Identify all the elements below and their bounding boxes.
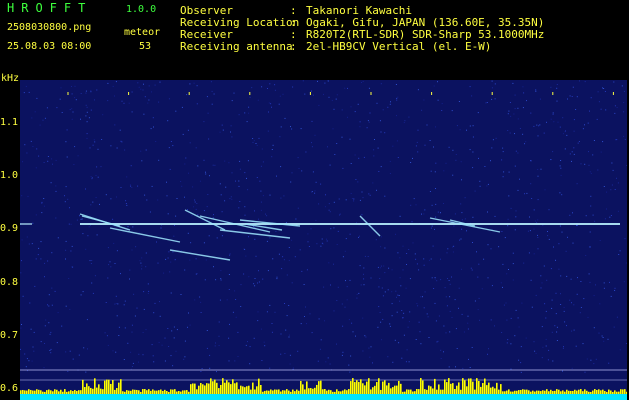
signal-baseline xyxy=(20,394,627,400)
spectrogram-plot xyxy=(20,80,627,400)
antenna-value: 2el-HB9CV Vertical (el. E-W) xyxy=(306,40,492,53)
y-tick-label: 1.1 xyxy=(0,116,19,128)
meteor-echo-3 xyxy=(109,227,181,243)
capture-filename: 2508030800.png xyxy=(7,22,92,33)
count-label: meteor xyxy=(124,27,161,38)
antenna-label: Receiving antenna xyxy=(180,40,293,53)
y-axis-unit: kHz xyxy=(1,73,20,84)
meteor-echo-7 xyxy=(219,229,291,239)
y-tick-label: 0.7 xyxy=(0,330,19,341)
y-tick-label: 0.6 xyxy=(0,383,19,395)
header-panel: HROFFT 1.0.0 2508030800.png 25.08.03 08:… xyxy=(0,0,629,78)
capture-datetime: 25.08.03 08:00 xyxy=(7,41,92,52)
count-value: 53 xyxy=(139,41,152,52)
y-tick-label: 0.9 xyxy=(0,223,19,235)
noise-speckle xyxy=(20,80,627,373)
meteor-echo-4 xyxy=(169,249,231,261)
y-tick-label: 0.8 xyxy=(0,276,19,288)
spectrogram-canvas xyxy=(20,80,627,400)
y-tick-label: 1.0 xyxy=(0,170,19,181)
meteor-echo-10 xyxy=(359,215,381,237)
app-title: HROFFT xyxy=(7,1,93,15)
app-version: 1.0.0 xyxy=(126,4,157,15)
antenna-colon: : xyxy=(290,40,297,53)
